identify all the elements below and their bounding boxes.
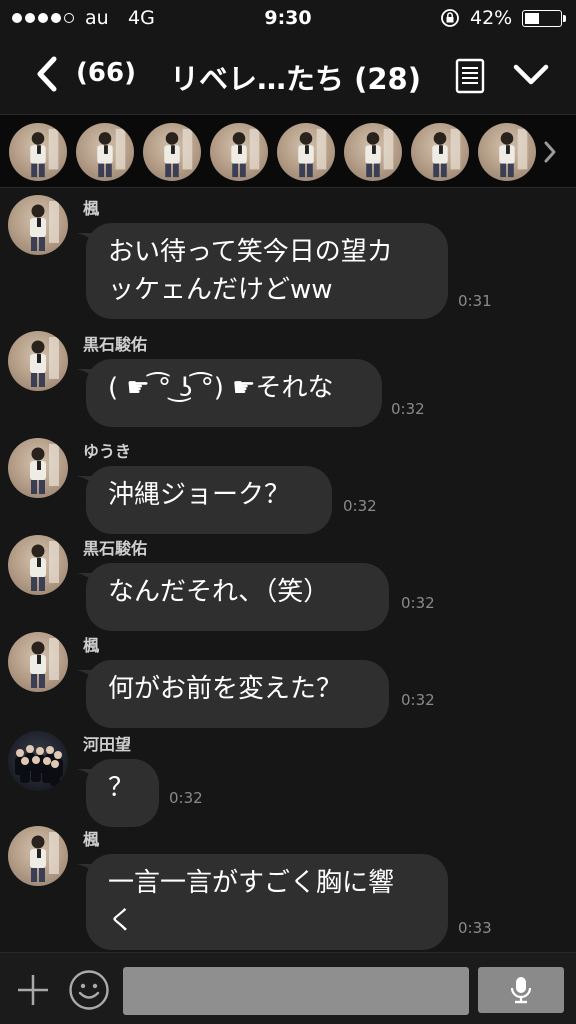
sender-avatar[interactable] (8, 195, 68, 255)
sender-avatar[interactable] (8, 331, 68, 391)
microphone-button[interactable] (478, 967, 564, 1013)
message-timestamp: 0:31 (458, 292, 492, 310)
chat-header: (66) リベレ…たち (28) (0, 36, 576, 114)
member-avatar[interactable] (411, 123, 469, 181)
note-icon[interactable] (455, 58, 485, 94)
emoji-icon[interactable] (68, 969, 110, 1011)
sender-avatar[interactable] (8, 438, 68, 498)
battery-nub (563, 15, 566, 22)
member-strip (0, 114, 576, 188)
sender-name: 黒石駿佑 (83, 335, 148, 354)
microphone-icon (510, 977, 532, 1004)
message-timestamp: 0:32 (343, 497, 377, 515)
chevron-down-icon[interactable] (512, 62, 550, 88)
member-avatar[interactable] (143, 123, 201, 181)
sender-avatar[interactable] (8, 731, 68, 791)
message-bubble[interactable]: 一言一言がすごく胸に響く (76, 854, 448, 950)
input-bar (0, 952, 576, 1024)
sender-avatar[interactable] (8, 826, 68, 886)
status-bar: au 4G 9:30 42% (0, 0, 576, 36)
battery-percent: 42% (470, 7, 513, 29)
back-unread-count[interactable]: (66) (76, 58, 136, 88)
message-timestamp: 0:32 (401, 594, 435, 612)
message-bubble[interactable]: おい待って笑今日の望カ ッケェんだけどww (76, 223, 448, 319)
member-avatar[interactable] (76, 123, 134, 181)
chevron-right-icon[interactable] (542, 140, 558, 164)
message-bubble[interactable]: 沖縄ジョーク？ (76, 466, 332, 534)
message-timestamp: 0:32 (169, 789, 203, 807)
message-bubble[interactable]: ？ (76, 759, 159, 827)
sender-name: 河田望 (83, 735, 132, 754)
chat-title[interactable]: リベレ…たち (28) (170, 56, 421, 98)
message-bubble[interactable]: ( ☛ ͡° ͜ʖ ͡°) ☛それな (76, 359, 382, 427)
message-bubble[interactable]: 何がお前を変えた？ (76, 660, 389, 728)
message-bubble[interactable]: なんだそれ、（笑） (76, 563, 389, 631)
sender-avatar[interactable] (8, 632, 68, 692)
member-avatar[interactable] (277, 123, 335, 181)
sender-name: ゆうき (83, 442, 132, 461)
sender-avatar[interactable] (8, 535, 68, 595)
message-timestamp: 0:32 (401, 691, 435, 709)
message-input[interactable] (123, 967, 469, 1015)
member-avatar[interactable] (478, 123, 536, 181)
member-avatar[interactable] (9, 123, 67, 181)
sender-name: 黒石駿佑 (83, 539, 148, 558)
sender-name: 楓 (83, 830, 100, 849)
sender-name: 楓 (83, 199, 100, 218)
member-avatar[interactable] (344, 123, 402, 181)
back-chevron-icon[interactable] (32, 54, 62, 94)
message-timestamp: 0:32 (391, 400, 425, 418)
sender-name: 楓 (83, 636, 100, 655)
message-timestamp: 0:33 (458, 919, 492, 937)
battery-icon (522, 10, 562, 27)
member-avatar[interactable] (210, 123, 268, 181)
plus-icon[interactable] (16, 973, 50, 1007)
rotation-lock-icon (441, 9, 459, 27)
